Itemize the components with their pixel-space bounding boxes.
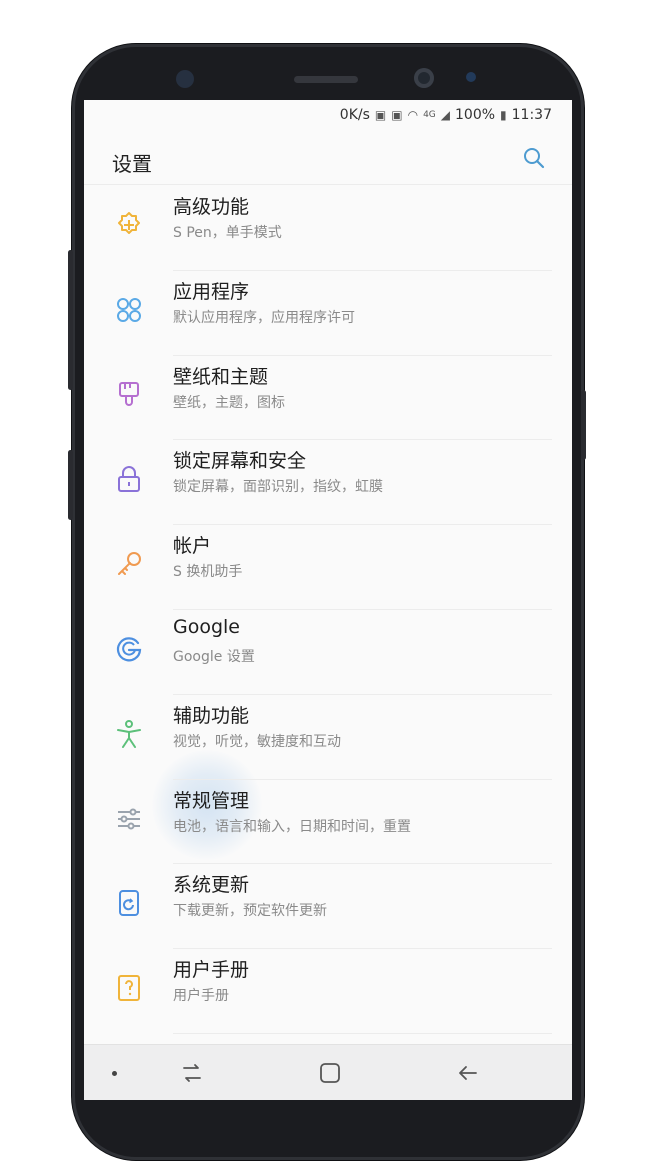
key-icon <box>118 552 141 576</box>
accessibility-icon <box>117 719 141 748</box>
item-subtitle: S Pen，单手模式 <box>173 225 282 241</box>
front-camera <box>414 68 434 88</box>
settings-item-google[interactable]: Google Google 设置 <box>84 610 572 695</box>
notification-icon: ▣ <box>374 108 387 122</box>
battery-percent: 100% <box>455 107 496 123</box>
settings-item-wallpaper-themes[interactable]: 壁纸和主题 壁纸，主题，图标 <box>84 356 572 441</box>
proximity-sensor <box>466 72 476 82</box>
settings-item-system-update[interactable]: 系统更新 下载更新，预定软件更新 <box>84 864 572 950</box>
item-subtitle: 下载更新，预定软件更新 <box>173 903 327 920</box>
earpiece-speaker <box>294 76 358 83</box>
wallpaper-brush-icon <box>119 381 139 406</box>
volume-button <box>68 250 73 390</box>
clock: 11:37 <box>511 107 552 123</box>
item-subtitle: S 换机助手 <box>173 564 243 581</box>
network-type: 4G <box>423 110 436 120</box>
settings-item-apps[interactable]: 应用程序 默认应用程序，应用程序许可 <box>84 271 572 356</box>
item-subtitle: 用户手册 <box>173 988 229 1005</box>
settings-item-accessibility[interactable]: 辅助功能 视觉，听觉，敏捷度和互动 <box>84 695 572 780</box>
nav-dot-indicator <box>112 1071 117 1076</box>
item-title: Google <box>173 615 241 638</box>
item-title: 应用程序 <box>173 280 250 303</box>
item-subtitle: 默认应用程序，应用程序许可 <box>173 309 355 326</box>
item-subtitle: 壁纸，主题，图标 <box>173 394 285 411</box>
back-icon[interactable] <box>454 1059 482 1087</box>
network-speed: 0K/s <box>339 107 370 123</box>
lock-icon <box>118 466 140 493</box>
iris-sensor <box>176 70 194 88</box>
item-title: 壁纸和主题 <box>173 365 269 388</box>
notification-icon: ▣ <box>391 108 403 122</box>
item-title: 锁定屏幕和安全 <box>173 450 307 473</box>
signal-icon: ◢ <box>440 108 450 122</box>
status-bar: 0K/s ▣ ▣ ◠ 4G ◢ 100% ▮ 11:37 <box>340 104 552 126</box>
power-button <box>581 390 586 460</box>
item-subtitle: Google 设置 <box>173 648 255 665</box>
item-title: 用户手册 <box>173 959 250 982</box>
settings-item-general-management[interactable]: 常规管理 电池，语言和输入，日期和时间，重置 <box>84 780 572 865</box>
page-title: 设置 <box>112 152 152 176</box>
item-title: 高级功能 <box>173 196 250 218</box>
item-subtitle: 电池，语言和输入，日期和时间，重置 <box>173 818 411 835</box>
settings-item-lock-screen-security[interactable]: 锁定屏幕和安全 锁定屏幕，面部识别，指纹，虹膜 <box>84 440 572 526</box>
divider <box>173 1032 552 1034</box>
system-update-icon <box>119 890 139 917</box>
app-header: 设置 <box>84 136 572 185</box>
navigation-bar <box>84 1044 572 1100</box>
user-manual-icon <box>118 975 140 1002</box>
home-icon[interactable] <box>316 1059 344 1087</box>
item-title: 辅助功能 <box>173 704 250 727</box>
settings-screen: 0K/s ▣ ▣ ◠ 4G ◢ 100% ▮ 11:37 设置 高级功能 S P… <box>84 100 572 1100</box>
battery-icon: ▮ <box>500 108 507 122</box>
search-icon[interactable] <box>522 146 546 170</box>
settings-list: 高级功能 S Pen，单手模式 应用程序 默认应用程序，应用程序许可 壁纸和主题 <box>84 186 572 1034</box>
item-title: 帐户 <box>173 535 212 558</box>
item-title: 常规管理 <box>173 789 250 812</box>
item-title: 系统更新 <box>173 874 250 897</box>
wifi-icon: ◠ <box>407 108 419 122</box>
recents-icon[interactable] <box>178 1059 206 1087</box>
google-icon <box>116 637 142 662</box>
apps-icon <box>117 297 141 322</box>
settings-item-accounts[interactable]: 帐户 S 换机助手 <box>84 525 572 610</box>
item-subtitle: 视觉，听觉，敏捷度和互动 <box>173 733 341 750</box>
item-subtitle: 锁定屏幕，面部识别，指纹，虹膜 <box>173 479 383 496</box>
settings-item-user-manual[interactable]: 用户手册 用户手册 <box>84 949 572 1034</box>
settings-item-advanced-features[interactable]: 高级功能 S Pen，单手模式 <box>84 186 572 271</box>
sliders-icon <box>118 808 140 830</box>
bixby-button <box>68 450 73 520</box>
advanced-features-icon <box>118 212 140 234</box>
